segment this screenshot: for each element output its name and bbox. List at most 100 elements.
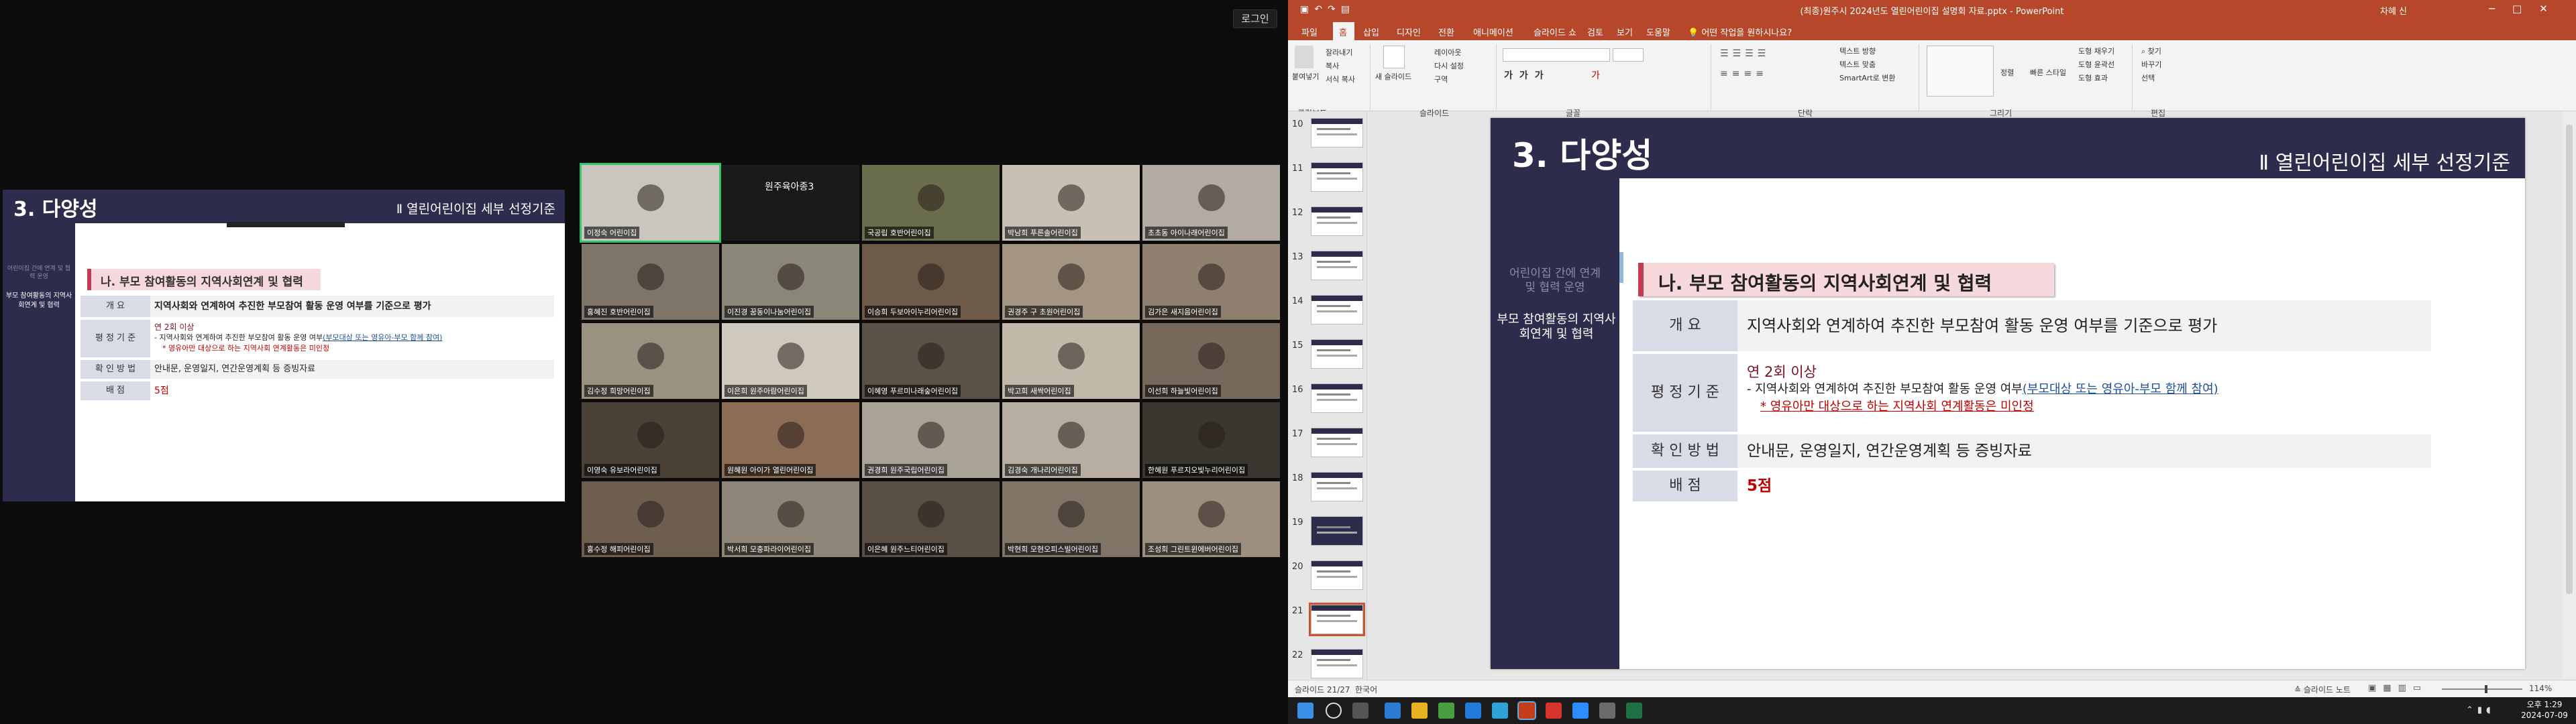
participant-tile[interactable]: 박서희 모충파라이어린이집	[722, 481, 859, 557]
participant-tile[interactable]: 박고희 새싹어린이집	[1002, 323, 1140, 399]
task-view-icon[interactable]	[1352, 703, 1368, 719]
criteria-row-score[interactable]: 배 점 5점	[1633, 471, 2431, 501]
format-painter-button[interactable]: 서식 복사	[1326, 74, 1355, 84]
slide-section-badge[interactable]: 나. 부모 참여활동의 지역사회연계 및 협력	[1638, 263, 2054, 296]
participant-tile[interactable]: 홍수정 해피어린이집	[582, 481, 719, 557]
zoom-slider-handle[interactable]	[2485, 685, 2487, 693]
participant-tile[interactable]: 김가은 새지음어린이집	[1142, 244, 1280, 320]
app-icon-zoom[interactable]	[1572, 703, 1589, 719]
window-controls[interactable]: ─□✕	[2489, 3, 2565, 15]
participant-tile[interactable]: 이진경 꿈동이나눔어린이집	[722, 244, 859, 320]
zoom-level[interactable]: 114%	[2529, 684, 2552, 693]
criteria-row-method[interactable]: 확 인 방 법 안내문, 운영일지, 연간운영계획 등 증빙자료	[1633, 434, 2431, 468]
tab-animations[interactable]: 애니메이션	[1473, 25, 1513, 38]
participant-tile[interactable]: 한혜원 푸르지오빛누리어린이집	[1142, 402, 1280, 478]
participant-tile[interactable]: 이선희 하늘빛어린이집	[1142, 323, 1280, 399]
new-slide-button[interactable]: 새 슬라이드	[1375, 71, 1411, 82]
slide-thumbnail[interactable]	[1311, 649, 1363, 678]
participant-tile[interactable]: 조성희 그린트윈에버어린이집	[1142, 481, 1280, 557]
slide-thumbnail[interactable]	[1311, 295, 1363, 324]
app-icon-excel[interactable]	[1626, 703, 1642, 719]
replace-button[interactable]: 바꾸기	[2141, 59, 2161, 70]
slide-thumbnail[interactable]	[1311, 251, 1363, 280]
notes-button[interactable]: ≙ 슬라이드 노트	[2294, 684, 2351, 695]
participant-tile[interactable]: 홍혜진 호반어린이집	[582, 244, 719, 320]
participant-tile[interactable]: 박현희 모현오피스빌어린이집	[1002, 481, 1140, 557]
criteria-row-overview[interactable]: 개 요 지역사회와 연계하여 추진한 부모참여 활동 운영 여부를 기준으로 평…	[1633, 300, 2431, 351]
search-icon[interactable]	[1326, 703, 1342, 719]
copy-button[interactable]: 복사	[1326, 60, 1339, 71]
participant-tile[interactable]: 이은혜 원주느티어린이집	[862, 481, 1000, 557]
cut-button[interactable]: 잘라내기	[1326, 47, 1352, 58]
tab-slideshow[interactable]: 슬라이드 쇼	[1534, 25, 1576, 38]
language-status[interactable]: 한국어	[1355, 684, 1377, 695]
reset-button[interactable]: 다시 설정	[1434, 60, 1464, 71]
text-direction-button[interactable]: 텍스트 방향	[1839, 46, 1876, 56]
arrange-button[interactable]: 정렬	[2000, 67, 2014, 78]
smartart-button[interactable]: SmartArt로 변환	[1839, 72, 1896, 83]
system-tray-icons[interactable]: ⌃▮◖	[2466, 705, 2495, 715]
slide-thumbnail[interactable]	[1311, 428, 1363, 457]
participant-tile[interactable]: 김경숙 개나리어린이집	[1002, 402, 1140, 478]
participant-tile[interactable]: 이은희 원주아람어린이집	[722, 323, 859, 399]
participant-tile[interactable]: 이정숙 어린이집	[580, 163, 721, 243]
slide-title[interactable]: 3. 다양성	[1512, 129, 1652, 177]
slide-side-item[interactable]: 어린이집 간에 연계 및 협력 운영	[1504, 267, 1606, 295]
tab-review[interactable]: 검토	[1587, 25, 1603, 38]
user-account[interactable]: 차혜 신	[2380, 4, 2407, 17]
participant-tile[interactable]: 이승희 두보아이누리어린이집	[862, 244, 1000, 320]
slide-section-title[interactable]: Ⅱ 열린어린이집 세부 선정기준	[2259, 146, 2510, 176]
participant-tile[interactable]: 이영숙 유보라어린이집	[582, 402, 719, 478]
tab-design[interactable]: 디자인	[1397, 25, 1421, 38]
app-icon-chrome[interactable]	[1492, 703, 1508, 719]
paste-icon[interactable]	[1295, 46, 1313, 68]
app-icon-hwp[interactable]	[1438, 703, 1454, 719]
participant-tile[interactable]: 국공립 호반어린이집	[862, 165, 1000, 241]
select-button[interactable]: 선택	[2141, 72, 2155, 83]
app-icon-explorer[interactable]	[1411, 703, 1428, 719]
view-buttons[interactable]: ▣▦▥▭	[2368, 683, 2428, 693]
participant-tile[interactable]: 권경주 구 초원어린이집	[1002, 244, 1140, 320]
tab-insert[interactable]: 삽입	[1363, 25, 1379, 38]
shape-effects-button[interactable]: 도형 효과	[2078, 72, 2108, 83]
criteria-row-rating[interactable]: 평 정 기 준 연 2회 이상 - 지역사회와 연계하여 추진한 부모참여 활동…	[1633, 354, 2431, 432]
app-icon-powerpoint[interactable]	[1517, 701, 1536, 720]
app-icon-browser[interactable]	[1465, 703, 1481, 719]
quick-styles-button[interactable]: 빠른 스타일	[2030, 67, 2066, 78]
slide-thumbnail[interactable]	[1309, 603, 1365, 636]
scrollbar-thumb[interactable]	[2566, 125, 2573, 594]
paste-button[interactable]: 붙여넣기	[1292, 71, 1319, 82]
slide-thumbnail[interactable]	[1311, 472, 1363, 501]
section-button[interactable]: 구역	[1434, 74, 1448, 84]
login-button[interactable]: 로그인	[1233, 9, 1277, 28]
participant-tile[interactable]: 박남희 푸른솔어린이집	[1002, 165, 1140, 241]
font-color-button[interactable]: 가	[1591, 68, 1600, 82]
slide-thumbnail[interactable]	[1311, 162, 1363, 192]
zoom-slider[interactable]	[2442, 685, 2522, 693]
new-slide-icon[interactable]	[1383, 46, 1405, 68]
participant-tile[interactable]: 김수정 희망어린이집	[582, 323, 719, 399]
paragraph-list-buttons[interactable]: ☰☰☰☰	[1720, 48, 1770, 59]
slide-thumbnail[interactable]	[1311, 516, 1363, 546]
tab-help[interactable]: 도움말	[1646, 25, 1670, 38]
slide-thumbnail[interactable]	[1311, 118, 1363, 147]
vertical-scrollbar[interactable]	[2563, 111, 2576, 680]
tell-me-box[interactable]: 💡 어떤 작업을 원하시나요?	[1688, 25, 1792, 38]
app-icon-settings[interactable]	[1599, 703, 1615, 719]
shape-outline-button[interactable]: 도형 윤곽선	[2078, 59, 2114, 70]
tab-view[interactable]: 보기	[1617, 25, 1633, 38]
font-format-buttons[interactable]: 가가가	[1504, 68, 1550, 82]
tab-home[interactable]: 홈	[1339, 25, 1347, 38]
taskbar-clock[interactable]: 오후 1:29 2024-07-09	[2516, 699, 2573, 721]
font-name-box[interactable]	[1503, 48, 1610, 62]
slide-thumbnail[interactable]	[1311, 560, 1363, 590]
find-button[interactable]: ⌕ 찾기	[2141, 46, 2161, 56]
layout-button[interactable]: 레이아웃	[1434, 47, 1461, 58]
app-icon-edge[interactable]	[1385, 703, 1401, 719]
align-text-button[interactable]: 텍스트 맞춤	[1839, 59, 1876, 70]
slide-side-item-active[interactable]: 부모 참여활동의 지역사회연계 및 협력	[1496, 312, 1617, 342]
tab-transitions[interactable]: 전환	[1438, 25, 1454, 38]
slide-thumbnail[interactable]	[1311, 339, 1363, 369]
slide-thumbnail[interactable]	[1311, 206, 1363, 236]
slide-thumbnail[interactable]	[1311, 383, 1363, 413]
